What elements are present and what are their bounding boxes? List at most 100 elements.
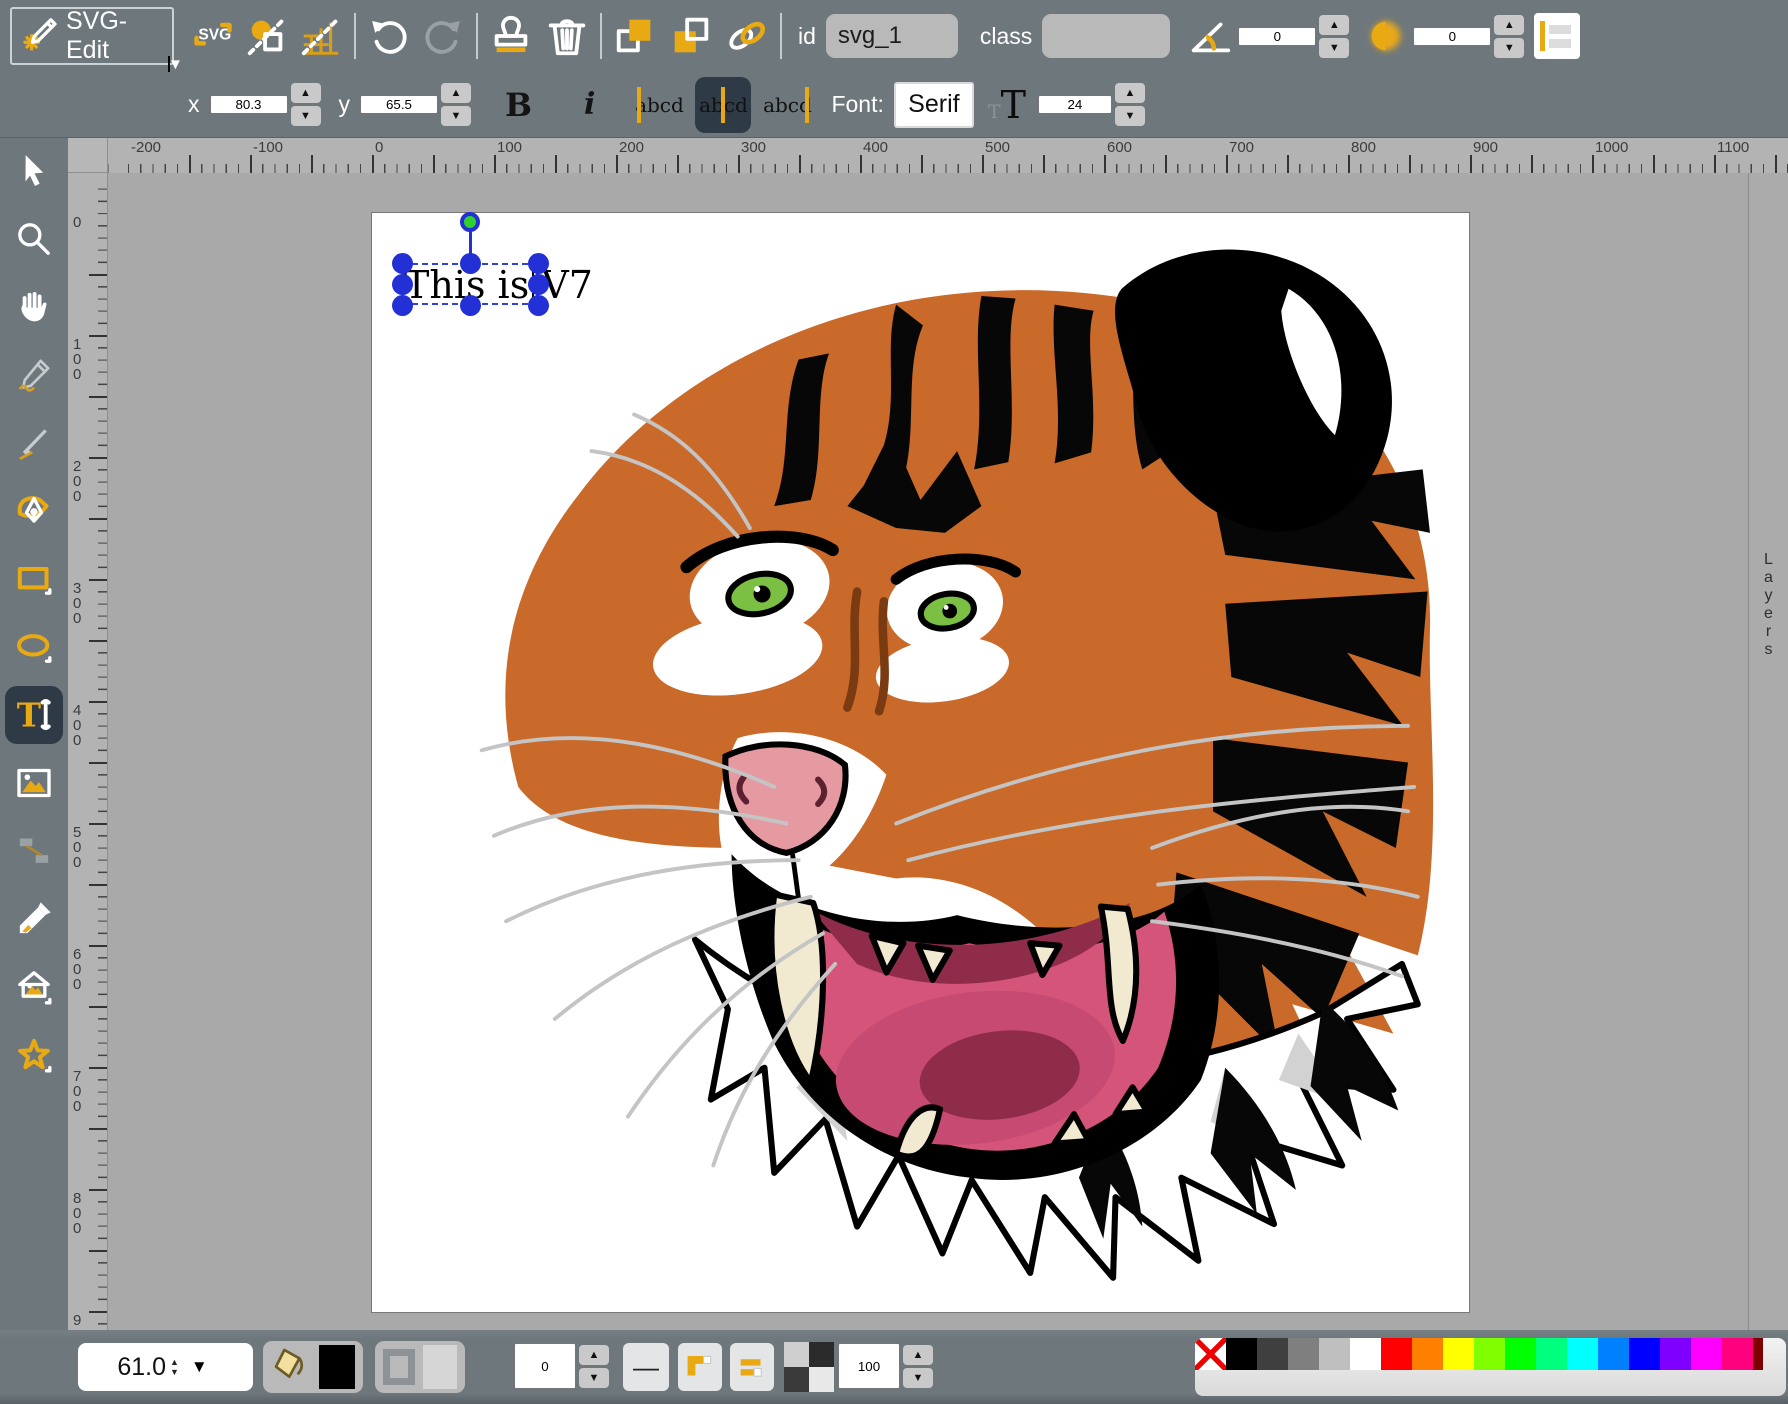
y-input[interactable] (360, 95, 438, 114)
handle-nw[interactable] (392, 253, 413, 274)
opacity-input[interactable] (838, 1343, 900, 1389)
palette-swatch-ff0000[interactable] (1381, 1338, 1412, 1370)
palette-swatch-3f3f3f[interactable] (1257, 1338, 1288, 1370)
palette-swatch-ff00ff[interactable] (1691, 1338, 1722, 1370)
palette-swatch-007fff[interactable] (1598, 1338, 1629, 1370)
main-menu-button[interactable]: SVG-Edit ▼ (10, 7, 174, 65)
v-ruler-label: 9 0 0 (73, 1313, 93, 1330)
font-size-input[interactable] (1038, 95, 1112, 114)
handle-se[interactable] (528, 295, 549, 316)
text-tool[interactable]: T (5, 686, 63, 744)
handle-s[interactable] (460, 295, 481, 316)
blur-up-button[interactable]: ▲ (1494, 15, 1524, 35)
make-link-icon[interactable] (724, 13, 770, 59)
element-id-input[interactable] (826, 14, 958, 58)
element-class-input[interactable] (1042, 14, 1170, 58)
opacity-down-button[interactable]: ▼ (903, 1368, 933, 1388)
palette-swatch-7f7f7f[interactable] (1288, 1338, 1319, 1370)
y-down-button[interactable]: ▼ (441, 106, 471, 126)
palette-swatch-none[interactable] (1195, 1338, 1226, 1370)
bold-button[interactable]: B (505, 86, 532, 124)
path-tool[interactable] (12, 489, 56, 533)
linecap-button[interactable] (730, 1343, 774, 1391)
v-ruler-label: 6 0 0 (73, 947, 93, 992)
palette-swatch-ff007f[interactable] (1722, 1338, 1753, 1370)
zoom-input[interactable] (88, 1353, 166, 1382)
text-anchor-middle-button[interactable]: abcd (695, 77, 751, 133)
move-to-back-icon[interactable] (668, 13, 714, 59)
stroke-width-down-button[interactable]: ▼ (579, 1368, 609, 1388)
grid-snap-icon[interactable] (298, 13, 344, 59)
palette-swatch-7f0000[interactable] (1753, 1338, 1763, 1370)
svg-canvas[interactable]: This is V7 (372, 213, 1469, 1312)
stroke-color-button[interactable] (375, 1341, 465, 1393)
x-up-button[interactable]: ▲ (291, 83, 321, 103)
pan-tool[interactable] (12, 285, 56, 329)
angle-down-button[interactable]: ▼ (1319, 38, 1349, 58)
rotate-handle[interactable] (460, 212, 480, 232)
handle-sw[interactable] (392, 295, 413, 316)
palette-swatch-00ffff[interactable] (1567, 1338, 1598, 1370)
align-panel-button[interactable] (1534, 13, 1580, 59)
rotation-angle-icon (1188, 13, 1234, 59)
zoom-tool[interactable] (12, 217, 56, 261)
palette-swatch-000000[interactable] (1226, 1338, 1257, 1370)
palette-swatch-0000ff[interactable] (1629, 1338, 1660, 1370)
handle-ne[interactable] (528, 253, 549, 274)
handle-w[interactable] (392, 274, 413, 295)
paint-option-button[interactable] (784, 1342, 834, 1392)
shape-library-tool[interactable] (12, 965, 56, 1009)
handle-e[interactable] (528, 274, 549, 295)
palette-swatch-7fff00[interactable] (1474, 1338, 1505, 1370)
layers-panel-toggle[interactable]: L a y e r s (1748, 173, 1788, 1330)
zoom-dropdown-icon[interactable]: ▼ (191, 1357, 208, 1377)
line-tool[interactable] (12, 421, 56, 465)
text-anchor-end-button[interactable]: abcd (759, 77, 815, 133)
stroke-dash-button[interactable]: — (623, 1343, 669, 1391)
star-tool[interactable] (12, 1033, 56, 1077)
italic-button[interactable]: i (584, 87, 595, 122)
palette-swatch-ff7f00[interactable] (1412, 1338, 1443, 1370)
connector-tool[interactable] (12, 829, 56, 873)
delete-trash-icon[interactable] (544, 13, 590, 59)
text-anchor-start-button[interactable]: abcd (631, 77, 687, 133)
x-spinner: ▲ ▼ (210, 83, 321, 126)
handle-n[interactable] (460, 253, 481, 274)
font-size-down-button[interactable]: ▼ (1115, 106, 1145, 126)
x-down-button[interactable]: ▼ (291, 106, 321, 126)
clone-stamp-icon[interactable] (488, 13, 534, 59)
eyedropper-tool[interactable] (12, 897, 56, 941)
wireframe-icon[interactable] (244, 13, 290, 59)
move-to-front-icon[interactable] (612, 13, 658, 59)
zoom-stepper[interactable]: ▲▼ (170, 1357, 179, 1377)
angle-up-button[interactable]: ▲ (1319, 15, 1349, 35)
select-tool[interactable] (12, 149, 56, 193)
blur-input[interactable] (1413, 27, 1491, 46)
palette-swatch-ffff00[interactable] (1443, 1338, 1474, 1370)
palette-swatch-bfbfbf[interactable] (1319, 1338, 1350, 1370)
y-up-button[interactable]: ▲ (441, 83, 471, 103)
font-family-button[interactable]: Serif (894, 82, 974, 128)
opacity-up-button[interactable]: ▲ (903, 1345, 933, 1365)
tools-panel: T (0, 138, 68, 1330)
linejoin-button[interactable] (678, 1343, 722, 1391)
angle-input[interactable] (1238, 27, 1316, 46)
stroke-width-up-button[interactable]: ▲ (579, 1345, 609, 1365)
edit-source-icon[interactable]: SVG (190, 13, 236, 59)
blur-down-button[interactable]: ▼ (1494, 38, 1524, 58)
canvas-workspace[interactable]: This is V7 (108, 173, 1748, 1330)
font-size-up-button[interactable]: ▲ (1115, 83, 1145, 103)
redo-icon[interactable] (420, 13, 466, 59)
palette-swatch-00ff7f[interactable] (1536, 1338, 1567, 1370)
undo-icon[interactable] (366, 13, 412, 59)
pencil-tool[interactable] (12, 353, 56, 397)
image-tool[interactable] (12, 761, 56, 805)
fill-color-button[interactable] (263, 1341, 363, 1393)
x-input[interactable] (210, 95, 288, 114)
palette-swatch-ffffff[interactable] (1350, 1338, 1381, 1370)
stroke-width-input[interactable] (514, 1343, 576, 1389)
palette-swatch-00ff00[interactable] (1505, 1338, 1536, 1370)
palette-swatch-7f00ff[interactable] (1660, 1338, 1691, 1370)
rectangle-tool[interactable] (12, 557, 56, 601)
ellipse-tool[interactable] (12, 625, 56, 669)
